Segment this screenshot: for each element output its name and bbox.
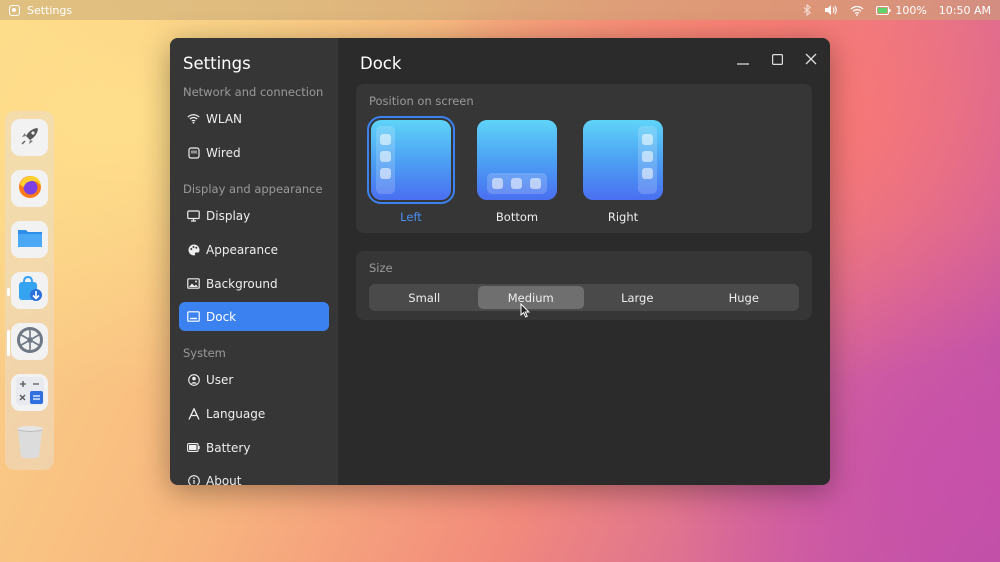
dock-item-files[interactable]	[11, 221, 48, 258]
dock-item-calculator[interactable]	[11, 374, 48, 411]
wifi-icon	[187, 112, 200, 125]
size-option-large[interactable]: Large	[584, 286, 691, 309]
position-left-preview	[367, 116, 455, 204]
sidebar-item-label: Dock	[206, 309, 237, 324]
sidebar-item-battery[interactable]: Battery	[179, 433, 329, 462]
settings-app-icon	[9, 4, 20, 16]
battery-status-icon	[876, 5, 891, 15]
sidebar-item-about[interactable]: About	[179, 466, 329, 485]
dock-item-app-store[interactable]	[11, 272, 48, 309]
sidebar-item-label: About	[206, 473, 242, 486]
user-icon	[187, 373, 200, 386]
settings-window: Settings Network and connection WLAN Wir…	[170, 38, 830, 485]
sidebar: Settings Network and connection WLAN Wir…	[170, 38, 338, 485]
dock-item-trash[interactable]	[11, 425, 48, 462]
sidebar-title: Settings	[183, 54, 251, 73]
top-panel: Settings 100% 10:50 AM	[0, 0, 1000, 20]
dock-item-launcher[interactable]	[11, 119, 48, 156]
trash-icon	[15, 424, 45, 464]
position-option-label: Left	[400, 210, 422, 224]
folder-icon	[16, 226, 44, 254]
clock[interactable]: 10:50 AM	[939, 4, 991, 17]
active-app-name: Settings	[27, 3, 73, 17]
size-option-small[interactable]: Small	[371, 286, 478, 309]
wifi-status-icon[interactable]	[850, 5, 864, 16]
sidebar-item-label: WLAN	[206, 111, 243, 126]
page-title: Dock	[360, 54, 402, 73]
maximize-button[interactable]	[766, 48, 788, 70]
sidebar-item-language[interactable]: Language	[179, 399, 329, 428]
sidebar-item-user[interactable]: User	[179, 365, 329, 394]
dock	[5, 111, 54, 470]
palette-icon	[187, 243, 200, 256]
size-option-medium[interactable]: Medium	[477, 286, 584, 309]
sidebar-item-label: Appearance	[206, 242, 279, 257]
sidebar-item-background[interactable]: Background	[179, 269, 329, 298]
position-option-bottom[interactable]: Bottom	[477, 120, 557, 224]
info-icon	[187, 474, 200, 485]
calculator-icon	[15, 376, 45, 410]
rocket-icon	[17, 123, 43, 153]
minimize-button[interactable]	[732, 48, 754, 70]
sidebar-item-wlan[interactable]: WLAN	[179, 104, 329, 133]
battery-percentage: 100%	[895, 3, 927, 17]
position-card: Position on screen Left Bottom Right	[356, 84, 812, 233]
sidebar-item-display[interactable]: Display	[179, 201, 329, 230]
sidebar-item-appearance[interactable]: Appearance	[179, 235, 329, 264]
section-system: System	[183, 346, 226, 360]
sidebar-item-label: Background	[206, 276, 278, 291]
position-option-label: Right	[607, 210, 639, 224]
position-option-left[interactable]: Left	[367, 116, 455, 224]
dock-icon	[187, 310, 200, 323]
position-option-label: Bottom	[495, 210, 539, 224]
dock-active-indicator	[7, 330, 10, 356]
firefox-icon	[16, 173, 44, 205]
close-icon	[805, 50, 817, 69]
battery-icon	[187, 441, 200, 454]
size-segmented-control: Small Medium Large Huge	[369, 284, 799, 311]
monitor-icon	[187, 209, 200, 222]
store-icon	[16, 275, 44, 307]
sidebar-item-label: Battery	[206, 440, 251, 455]
dock-item-firefox[interactable]	[11, 170, 48, 207]
sidebar-item-label: Wired	[206, 145, 241, 160]
volume-icon[interactable]	[824, 4, 838, 16]
section-network: Network and connection	[183, 85, 324, 99]
dock-item-settings[interactable]	[11, 323, 48, 360]
maximize-icon	[771, 50, 783, 69]
image-icon	[187, 277, 200, 290]
sidebar-item-wired[interactable]: Wired	[179, 138, 329, 167]
position-label: Position on screen	[369, 94, 474, 108]
position-right-preview	[583, 120, 663, 200]
minimize-icon	[737, 50, 749, 69]
section-display: Display and appearance	[183, 182, 323, 196]
gear-icon	[15, 325, 45, 359]
language-icon	[187, 407, 200, 420]
size-label: Size	[369, 261, 393, 275]
position-option-right[interactable]: Right	[583, 120, 663, 224]
sidebar-item-label: Language	[206, 406, 266, 421]
dock-running-indicator	[7, 288, 10, 296]
sidebar-item-label: User	[206, 372, 234, 387]
sidebar-item-label: Display	[206, 208, 251, 223]
close-button[interactable]	[800, 48, 822, 70]
battery-indicator[interactable]: 100%	[876, 3, 927, 17]
ethernet-icon	[187, 146, 200, 159]
bluetooth-icon[interactable]	[803, 4, 812, 16]
main-panel: Dock Position on screen Left Bottom Righ…	[338, 38, 830, 485]
sidebar-item-dock[interactable]: Dock	[179, 302, 329, 331]
mouse-cursor-icon	[520, 302, 530, 322]
position-bottom-preview	[477, 120, 557, 200]
size-card: Size Small Medium Large Huge	[356, 251, 812, 320]
size-option-huge[interactable]: Huge	[691, 286, 798, 309]
